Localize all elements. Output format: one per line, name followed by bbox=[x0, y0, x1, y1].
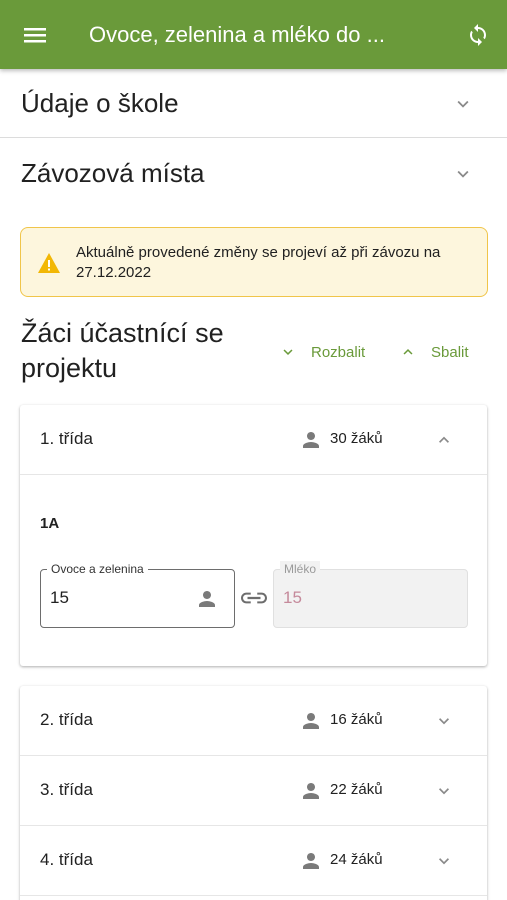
fruit-vegetable-input[interactable] bbox=[50, 588, 170, 608]
class-row-1[interactable]: 1. třída 30 žáků bbox=[20, 405, 487, 474]
app-bar: Ovoce, zelenina a mléko do ... bbox=[0, 0, 507, 69]
fruit-vegetable-label: Ovoce a zelenina bbox=[47, 561, 148, 577]
class-list-card: 2. třída 16 žáků 3. třída 22 žáků 4. tří… bbox=[20, 686, 487, 900]
section-school-info-label: Údaje o škole bbox=[21, 88, 179, 118]
alert-text: Aktuálně provedené změny se projeví až p… bbox=[76, 244, 441, 281]
divider bbox=[20, 895, 487, 896]
warning-icon bbox=[38, 253, 60, 273]
class-label: 1. třída bbox=[40, 429, 93, 448]
students-heading: Žáci účastnící se projektu bbox=[21, 318, 224, 383]
sync-icon[interactable] bbox=[460, 17, 496, 53]
chevron-down-icon bbox=[457, 170, 469, 178]
subclass-name: 1A bbox=[40, 515, 60, 532]
class-card: 1. třída 30 žáků 1A Ovoce a zelenina Mlé… bbox=[20, 405, 487, 666]
chevron-down-icon bbox=[283, 349, 293, 355]
chevron-up-icon bbox=[403, 349, 413, 355]
student-count: 30 žáků bbox=[330, 430, 383, 447]
expand-all-label: Rozbalit bbox=[311, 343, 366, 361]
person-icon bbox=[199, 591, 215, 607]
chevron-down-icon bbox=[457, 100, 469, 108]
milk-input bbox=[283, 588, 403, 608]
chevron-down-icon bbox=[439, 788, 449, 795]
warning-alert: Aktuálně provedené změny se projeví až p… bbox=[20, 227, 488, 297]
class-row-4[interactable]: 4. třída 24 žáků bbox=[20, 826, 487, 895]
class-row-2[interactable]: 2. třída 16 žáků bbox=[20, 686, 487, 755]
milk-label: Mléko bbox=[280, 561, 321, 577]
class-label: 3. třída bbox=[40, 780, 93, 799]
chevron-down-icon bbox=[439, 718, 449, 725]
chevron-up-icon bbox=[439, 436, 449, 443]
person-icon bbox=[303, 432, 319, 448]
divider bbox=[20, 474, 487, 475]
collapse-all-button[interactable]: Sbalit bbox=[399, 340, 469, 364]
person-icon bbox=[303, 713, 319, 729]
fruit-vegetable-field[interactable]: Ovoce a zelenina bbox=[40, 561, 235, 628]
student-count: 24 žáků bbox=[330, 851, 383, 868]
student-count: 16 žáků bbox=[330, 711, 383, 728]
class-row-3[interactable]: 3. třída 22 žáků bbox=[20, 756, 487, 825]
student-count: 22 žáků bbox=[330, 781, 383, 798]
person-icon bbox=[303, 783, 319, 799]
section-school-info[interactable]: Údaje o škole bbox=[0, 69, 507, 138]
class-label: 4. třída bbox=[40, 850, 93, 869]
chevron-down-icon bbox=[439, 858, 449, 865]
person-icon bbox=[303, 853, 319, 869]
app-title: Ovoce, zelenina a mléko do ... bbox=[89, 22, 385, 47]
class-label: 2. třída bbox=[40, 710, 93, 729]
link-icon[interactable] bbox=[241, 588, 267, 608]
section-delivery-places[interactable]: Závozová místa bbox=[0, 139, 507, 208]
section-delivery-places-label: Závozová místa bbox=[21, 158, 205, 188]
collapse-all-label: Sbalit bbox=[431, 343, 469, 361]
menu-icon[interactable] bbox=[14, 17, 56, 53]
expand-all-button[interactable]: Rozbalit bbox=[279, 340, 365, 364]
milk-field: Mléko bbox=[273, 561, 468, 628]
